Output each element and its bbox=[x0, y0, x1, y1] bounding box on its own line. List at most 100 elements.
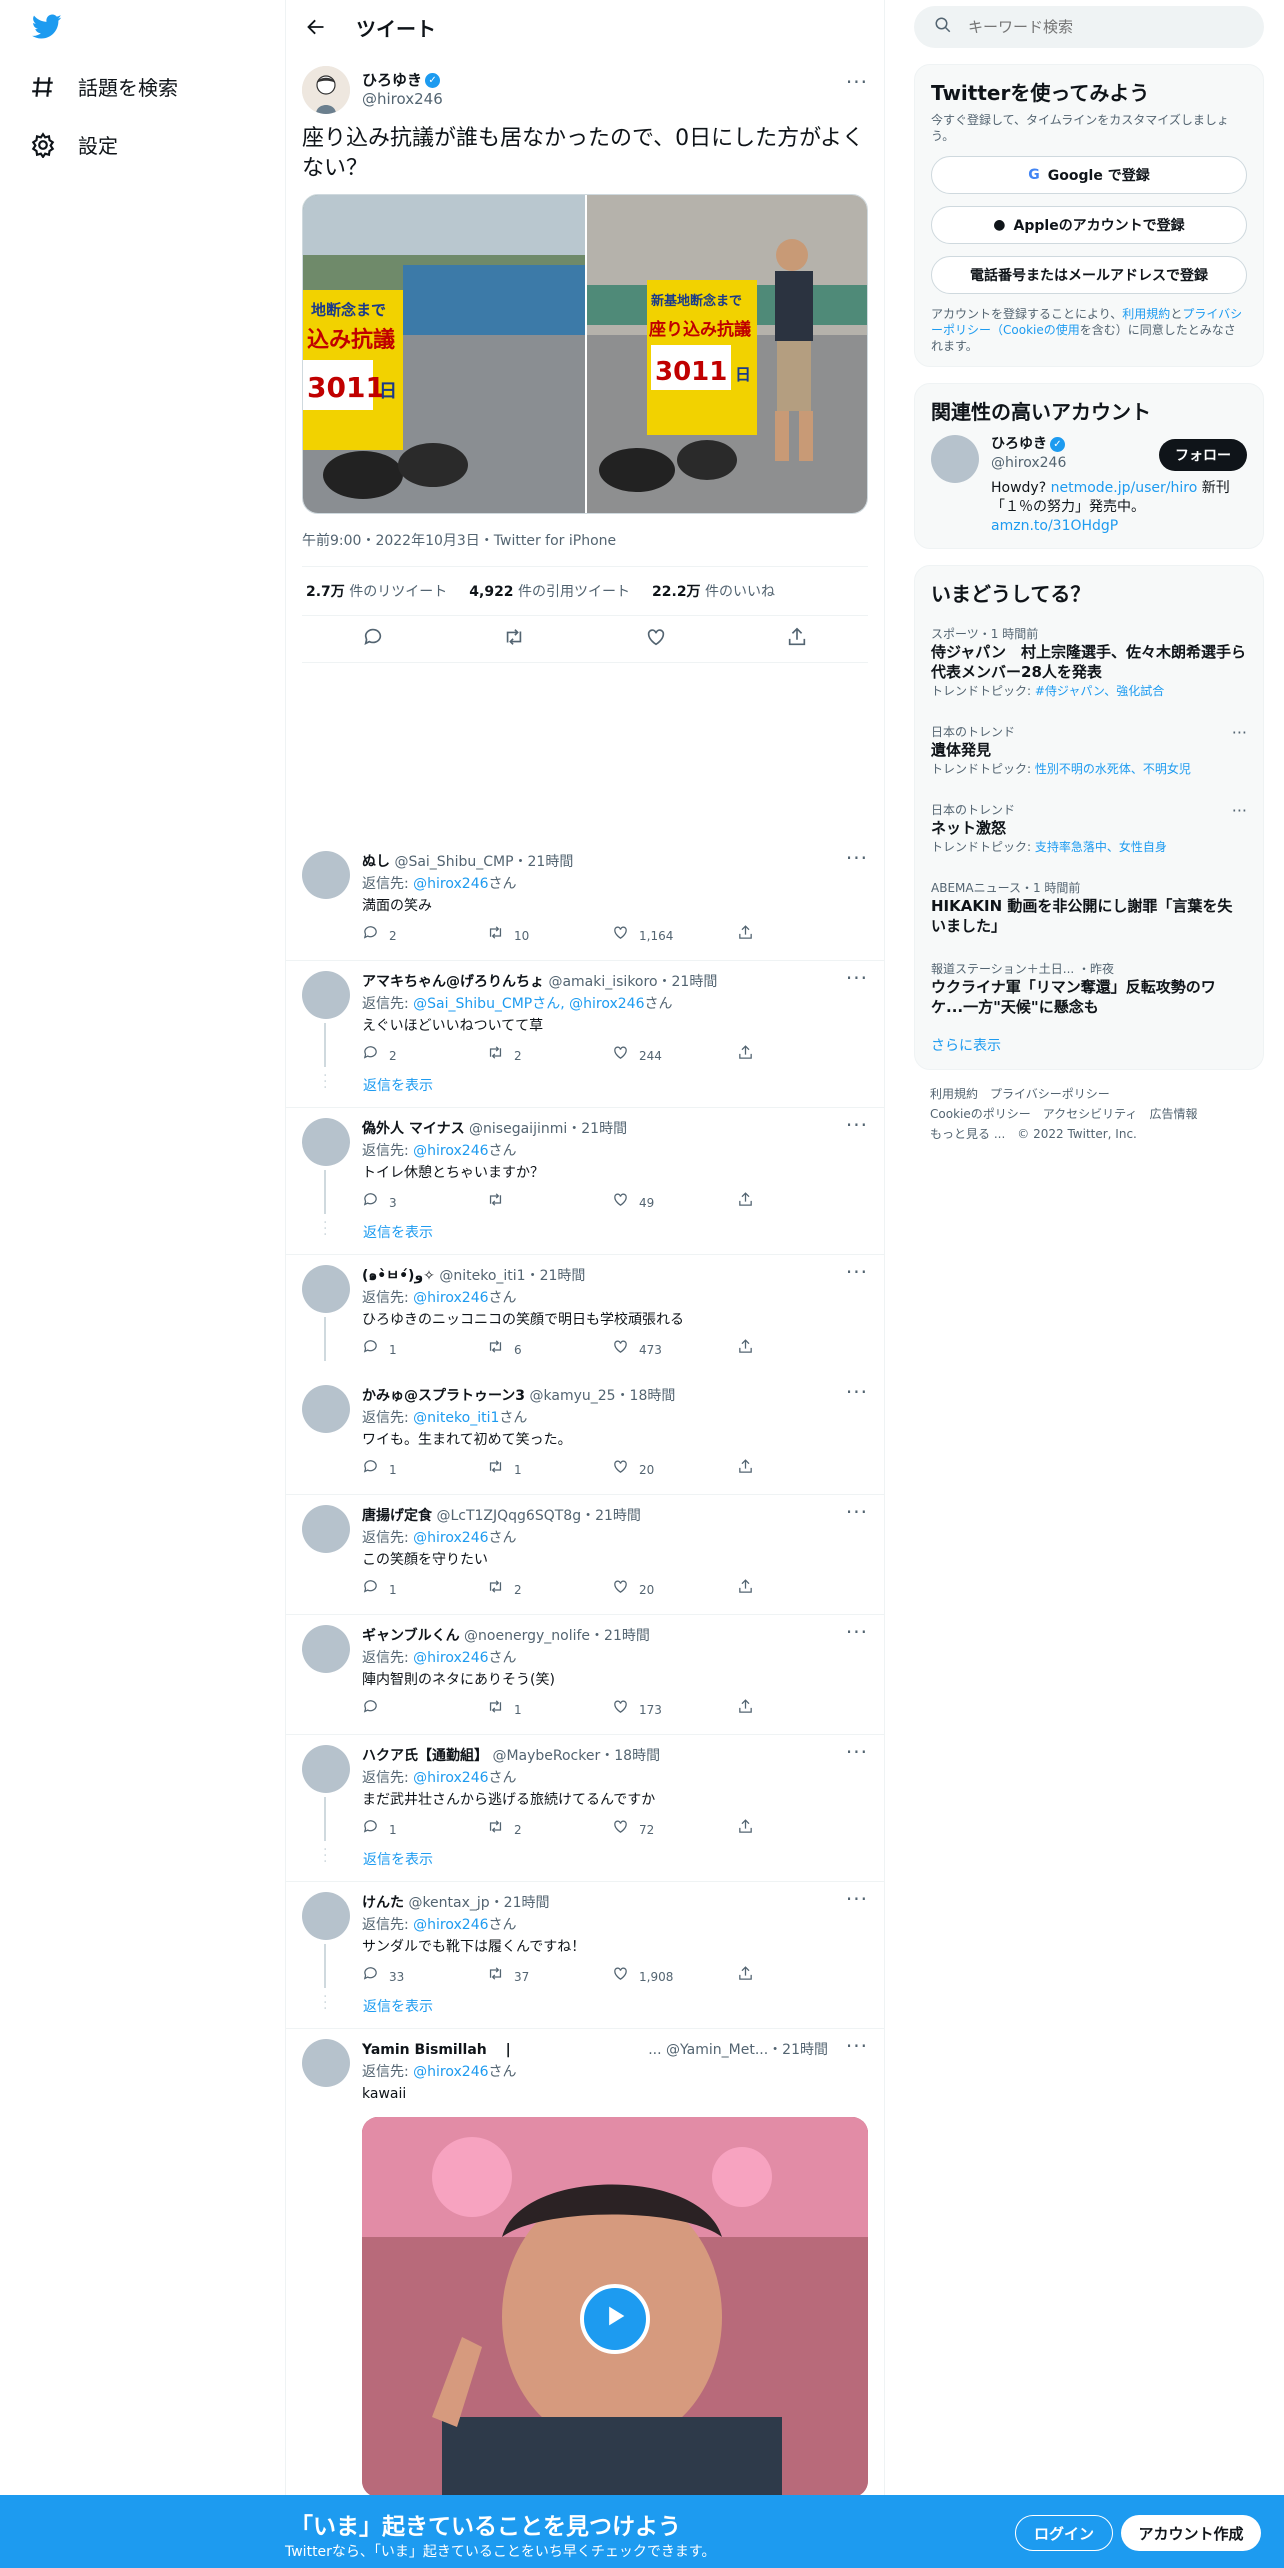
share-button[interactable] bbox=[737, 1458, 862, 1482]
share-button[interactable] bbox=[737, 1578, 862, 1602]
more-options-icon[interactable]: ··· bbox=[846, 1621, 868, 1643]
reply-tweet[interactable]: ··· ハクア氏【通勤組】 @MaybeRocker・18時間 返信先: @hiro… bbox=[286, 1735, 884, 1841]
reply-time[interactable]: ・21時間 bbox=[514, 854, 574, 870]
reply-time[interactable]: ・21時間 bbox=[768, 2039, 828, 2061]
reply-tweet[interactable]: ··· ぬし @Sai_Shibu_CMP・21時間 返信先: @hirox246さ… bbox=[286, 841, 884, 947]
trend-item[interactable]: スポーツ・1 時間前 侍ジャパン 村上宗隆選手、佐々木朗希選手ら代表メンバー28人… bbox=[931, 613, 1247, 711]
footer-ads[interactable]: 広告情報 bbox=[1149, 1107, 1197, 1121]
share-button[interactable] bbox=[737, 1338, 862, 1362]
play-button[interactable] bbox=[580, 2284, 650, 2354]
avatar[interactable] bbox=[302, 1505, 350, 1553]
reply-author-name[interactable]: かみゅ@スプラトゥーン3 bbox=[362, 1388, 525, 1404]
reply-to-link[interactable]: @niteko_iti1 bbox=[413, 1410, 499, 1426]
reply-time[interactable]: ・21時間 bbox=[567, 1121, 627, 1137]
like-button[interactable]: 20 bbox=[612, 1578, 737, 1602]
nav-explore[interactable]: 話題を検索 bbox=[30, 72, 178, 101]
reply-button[interactable]: 33 bbox=[362, 1965, 487, 1989]
reply-button[interactable]: 2 bbox=[362, 924, 487, 948]
like-button[interactable]: 49 bbox=[612, 1191, 737, 1215]
reply-to-link[interactable]: @hirox246 bbox=[413, 1770, 488, 1786]
avatar[interactable] bbox=[302, 1118, 350, 1166]
reply-time[interactable]: ・18時間 bbox=[616, 1388, 676, 1404]
reply-button[interactable]: 1 bbox=[362, 1458, 487, 1482]
like-button[interactable]: 173 bbox=[612, 1698, 737, 1722]
avatar[interactable] bbox=[302, 1892, 350, 1940]
reply-to-link[interactable]: @Sai_Shibu_CMPさん, @hirox246 bbox=[413, 996, 644, 1012]
signup-button[interactable]: アカウント作成 bbox=[1121, 2515, 1261, 2551]
reply-button[interactable]: 1 bbox=[362, 1818, 487, 1842]
video-player[interactable] bbox=[362, 2117, 868, 2497]
like-button[interactable]: 244 bbox=[612, 1044, 737, 1068]
more-options-icon[interactable]: ··· bbox=[846, 1381, 868, 1403]
like-button[interactable]: 1,164 bbox=[612, 924, 737, 948]
more-options-icon[interactable]: ··· bbox=[846, 1261, 868, 1283]
share-button[interactable] bbox=[737, 1191, 862, 1215]
like-count[interactable]: 22.2万 件のいいね bbox=[652, 581, 775, 601]
like-icon[interactable] bbox=[645, 626, 667, 652]
reply-tweet[interactable]: ··· かみゅ@スプラトゥーン3 @kamyu_25・18時間 返信先: @nite… bbox=[286, 1375, 884, 1481]
related-name[interactable]: ひろゆき bbox=[991, 435, 1047, 454]
like-button[interactable]: 72 bbox=[612, 1818, 737, 1842]
retweet-count[interactable]: 2.7万 件のリツイート bbox=[306, 581, 447, 601]
bio-link-2[interactable]: amzn.to/31OHdgP bbox=[991, 518, 1118, 534]
reply-time[interactable]: ・18時間 bbox=[600, 1748, 660, 1764]
reply-to-link[interactable]: @hirox246 bbox=[413, 1917, 488, 1933]
author-handle[interactable]: @hirox246 bbox=[362, 90, 443, 109]
terms-link[interactable]: 利用規約 bbox=[1122, 307, 1170, 321]
apple-signup-button[interactable]: ● Appleのアカウントで登録 bbox=[931, 206, 1247, 244]
reply-to-link[interactable]: @hirox246 bbox=[413, 1290, 488, 1306]
nav-settings[interactable]: 設定 bbox=[30, 130, 118, 159]
show-replies-link[interactable]: · · · 返信を表示 bbox=[286, 1067, 884, 1108]
more-options-icon[interactable]: ··· bbox=[846, 1888, 868, 1910]
reply-button[interactable]: 3 bbox=[362, 1191, 487, 1215]
like-button[interactable]: 20 bbox=[612, 1458, 737, 1482]
more-options-icon[interactable]: ··· bbox=[1232, 723, 1247, 742]
phone-signup-button[interactable]: 電話番号またはメールアドレスで登録 bbox=[931, 256, 1247, 294]
show-replies-link[interactable]: · · · 返信を表示 bbox=[286, 1841, 884, 1882]
reply-author-handle[interactable]: @Sai_Shibu_CMP bbox=[394, 854, 513, 870]
quote-count[interactable]: 4,922 件の引用ツイート bbox=[469, 581, 630, 601]
avatar[interactable] bbox=[302, 2039, 350, 2087]
retweet-button[interactable]: 2 bbox=[487, 1044, 612, 1068]
reply-author-name[interactable]: 唐揚げ定食 bbox=[362, 1508, 432, 1524]
reply-to-link[interactable]: @hirox246 bbox=[413, 876, 488, 892]
reply-author-handle[interactable]: @niteko_iti1 bbox=[439, 1268, 525, 1284]
reply-author-handle[interactable]: ... @Yamin_Met... bbox=[648, 2039, 768, 2061]
more-options-icon[interactable]: ··· bbox=[1232, 801, 1247, 820]
reply-button[interactable]: 1 bbox=[362, 1578, 487, 1602]
reply-icon[interactable] bbox=[362, 626, 384, 652]
follow-button[interactable]: フォロー bbox=[1159, 439, 1247, 471]
avatar[interactable] bbox=[302, 66, 350, 114]
reply-author-name[interactable]: 偽外人 マイナス bbox=[362, 1121, 465, 1137]
like-button[interactable]: 1,908 bbox=[612, 1965, 737, 1989]
show-replies-link[interactable]: · · · 返信を表示 bbox=[286, 1988, 884, 2029]
reply-to-link[interactable]: @hirox246 bbox=[413, 1650, 488, 1666]
trend-topic-link[interactable]: 支持率急落中、女性自身 bbox=[1035, 840, 1167, 854]
reply-tweet[interactable]: ··· ギャンブルくん @noenergy_nolife・21時間 返信先: @hi… bbox=[286, 1615, 884, 1721]
retweet-button[interactable]: 37 bbox=[487, 1965, 612, 1989]
reply-to-link[interactable]: @hirox246 bbox=[413, 2064, 488, 2080]
show-replies-link[interactable]: · · · 返信を表示 bbox=[286, 1214, 884, 1255]
retweet-button[interactable] bbox=[487, 1191, 612, 1215]
footer-accessibility[interactable]: アクセシビリティ bbox=[1043, 1107, 1138, 1121]
more-options-icon[interactable]: ··· bbox=[846, 70, 868, 94]
reply-to-link[interactable]: @hirox246 bbox=[413, 1530, 488, 1546]
reply-tweet[interactable]: ··· (๑•̀ㅂ•́)و✧ @niteko_iti1・21時間 返信先: @hir… bbox=[286, 1255, 884, 1361]
footer-more[interactable]: もっと見る ... bbox=[930, 1127, 1005, 1141]
more-options-icon[interactable]: ··· bbox=[846, 847, 868, 869]
share-button[interactable] bbox=[737, 1698, 862, 1722]
reply-author-handle[interactable]: @kentax_jp bbox=[408, 1895, 489, 1911]
reply-button[interactable]: 2 bbox=[362, 1044, 487, 1068]
bio-link[interactable]: netmode.jp/user/hiro bbox=[1051, 480, 1198, 496]
reply-tweet[interactable]: ··· アマキちゃん@げろりんちょ @amaki_isikoro・21時間 返信先:… bbox=[286, 961, 884, 1067]
google-signup-button[interactable]: G Google で登録 bbox=[931, 156, 1247, 194]
reply-to-link[interactable]: @hirox246 bbox=[413, 1143, 488, 1159]
search-box[interactable] bbox=[914, 6, 1264, 48]
retweet-button[interactable]: 1 bbox=[487, 1458, 612, 1482]
reply-tweet[interactable]: ··· 唐揚げ定食 @LcT1ZJQqg6SQT8g・21時間 返信先: @hiro… bbox=[286, 1495, 884, 1601]
more-options-icon[interactable]: ··· bbox=[846, 1501, 868, 1523]
avatar[interactable] bbox=[302, 851, 350, 899]
reply-button[interactable] bbox=[362, 1698, 487, 1722]
reply-author-name[interactable]: ハクア氏【通勤組】 bbox=[362, 1748, 488, 1764]
reply-time[interactable]: ・21時間 bbox=[590, 1628, 650, 1644]
